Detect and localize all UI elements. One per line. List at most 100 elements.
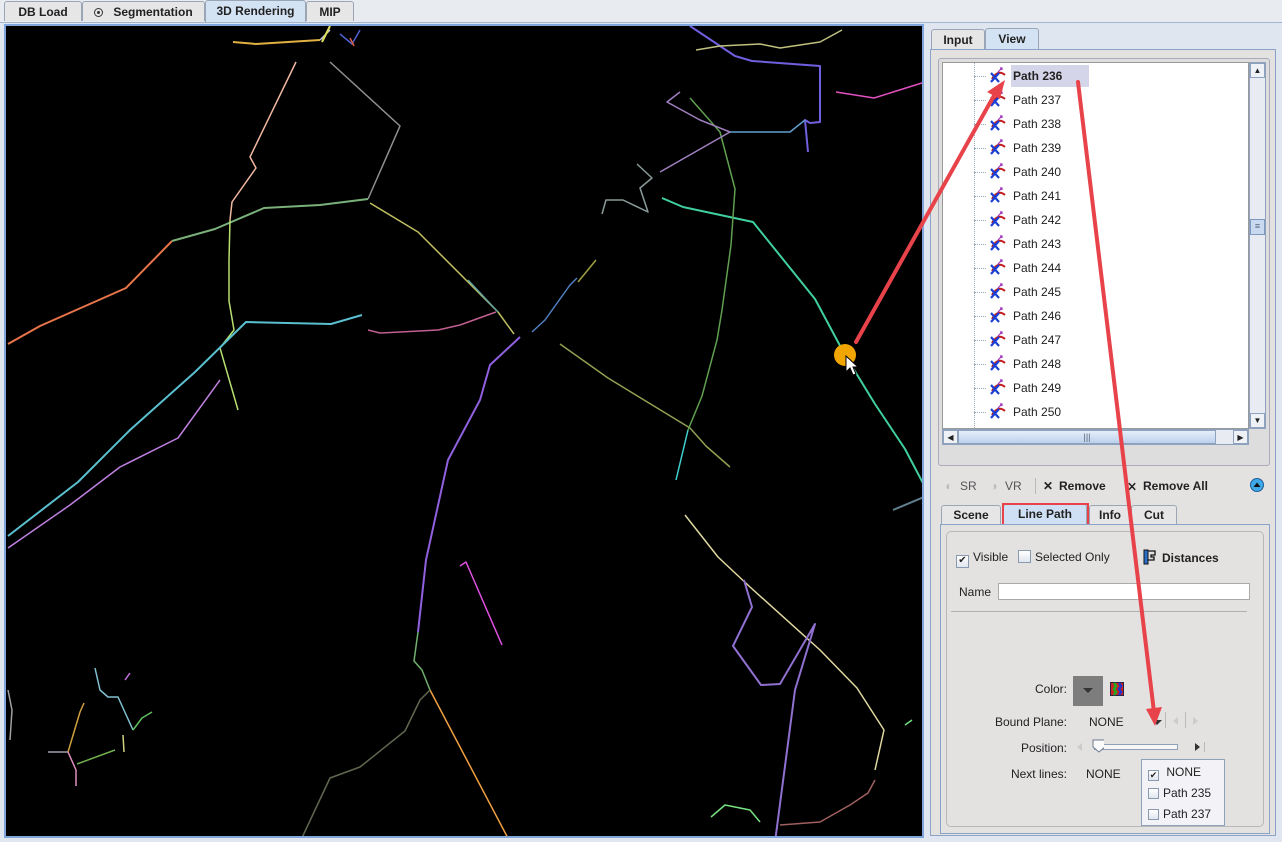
selected-only-checkbox[interactable]: Selected Only bbox=[1018, 550, 1110, 564]
scroll-up-button[interactable]: ▲ bbox=[1250, 63, 1265, 78]
tree-item[interactable]: Path 244 bbox=[974, 257, 1234, 279]
tab-segmentation[interactable]: Segmentation bbox=[82, 1, 205, 21]
vessel-path-segment[interactable] bbox=[779, 779, 876, 826]
color-picker-button[interactable] bbox=[1073, 676, 1103, 706]
tree-item[interactable]: Path 243 bbox=[974, 233, 1234, 255]
vessel-path-segment[interactable] bbox=[67, 702, 85, 753]
vessel-path-segment[interactable] bbox=[904, 719, 913, 726]
tab-3d-rendering[interactable]: 3D Rendering bbox=[205, 0, 306, 22]
scroll-right-button[interactable]: ▶ bbox=[1233, 430, 1248, 444]
vessel-path-segment[interactable] bbox=[76, 749, 116, 765]
vr-button[interactable]: ◑ VR bbox=[987, 477, 1021, 495]
position-slider-thumb[interactable] bbox=[1092, 739, 1104, 753]
vessel-path-segment[interactable] bbox=[531, 277, 578, 333]
tab-db-load[interactable]: DB Load bbox=[4, 1, 82, 21]
collapse-button[interactable] bbox=[1249, 477, 1265, 495]
tree-vertical-scrollbar[interactable]: ▲ ≡ ▼ bbox=[1249, 62, 1266, 429]
vessel-path-segment[interactable] bbox=[892, 496, 922, 511]
vessel-path-segment[interactable] bbox=[321, 26, 331, 43]
position-decrement-icon[interactable] bbox=[1077, 743, 1082, 751]
scene-tree[interactable]: Path 236 Path 237 Path 238 Path 239 Path 240… bbox=[942, 62, 1249, 429]
vessel-path-segment[interactable] bbox=[675, 429, 689, 481]
vessel-path-segment[interactable] bbox=[300, 689, 431, 836]
vessel-path-segment[interactable] bbox=[661, 197, 922, 485]
bound-plane-dropdown-icon[interactable] bbox=[1152, 720, 1162, 725]
sr-button[interactable]: ◐ SR bbox=[942, 477, 976, 495]
vessel-path-segment[interactable] bbox=[835, 82, 922, 99]
vessel-path-segment[interactable] bbox=[232, 39, 321, 45]
vessel-path-segment[interactable] bbox=[7, 689, 13, 741]
scroll-down-button[interactable]: ▼ bbox=[1250, 413, 1265, 428]
vessel-path-segment[interactable] bbox=[730, 119, 806, 133]
vessel-path-segment[interactable] bbox=[684, 514, 885, 771]
vessel-path-segment[interactable] bbox=[732, 579, 816, 836]
vessel-path-segment[interactable] bbox=[459, 561, 503, 646]
vessel-path-segment[interactable] bbox=[171, 198, 369, 242]
vessel-path-segment[interactable] bbox=[467, 279, 499, 313]
vessel-path-segment[interactable] bbox=[710, 804, 761, 823]
popup-item-path-235[interactable]: Path 235 bbox=[1148, 783, 1211, 803]
vessel-path-segment[interactable] bbox=[124, 672, 131, 681]
tree-item[interactable]: Path 238 bbox=[974, 113, 1234, 135]
prev-plane-icon[interactable] bbox=[1173, 717, 1178, 725]
vessel-path-segment[interactable] bbox=[132, 711, 153, 731]
popup-item-path-237[interactable]: Path 237 bbox=[1148, 804, 1211, 824]
vessel-path-segment[interactable] bbox=[367, 311, 497, 334]
vessel-path-segment[interactable] bbox=[413, 631, 431, 691]
remove-button[interactable]: ✕ Remove bbox=[1041, 477, 1106, 495]
visible-checkbox[interactable]: ✔ Visible bbox=[956, 550, 1008, 568]
3d-render-viewport[interactable] bbox=[4, 24, 924, 838]
tab-view[interactable]: View bbox=[985, 28, 1039, 50]
tab-mip[interactable]: MIP bbox=[306, 1, 354, 21]
next-lines-value[interactable]: NONE bbox=[1086, 767, 1121, 781]
vessel-path-segment[interactable] bbox=[67, 751, 77, 786]
tab-scene[interactable]: Scene bbox=[941, 505, 1001, 524]
vessel-path-segment[interactable] bbox=[687, 97, 736, 431]
vessel-path-segment[interactable] bbox=[7, 240, 173, 345]
tab-cut[interactable]: Cut bbox=[1131, 505, 1177, 524]
vessel-path-segment[interactable] bbox=[666, 91, 731, 133]
scroll-thumb[interactable]: ≡ bbox=[1250, 219, 1265, 235]
vessel-path-segment[interactable] bbox=[659, 131, 731, 173]
vessel-path-segment[interactable] bbox=[339, 29, 361, 45]
tab-info[interactable]: Info bbox=[1089, 505, 1131, 524]
vessel-path-segment[interactable] bbox=[7, 314, 363, 537]
tree-item[interactable]: Path 247 bbox=[974, 329, 1234, 351]
vessel-path-segment[interactable] bbox=[695, 29, 843, 51]
tree-item[interactable]: Path 241 bbox=[974, 185, 1234, 207]
scroll-thumb[interactable]: ||| bbox=[958, 430, 1216, 444]
remove-all-button[interactable]: ⨯ Remove All bbox=[1125, 477, 1208, 495]
position-increment-icon[interactable] bbox=[1195, 743, 1200, 751]
name-input[interactable] bbox=[998, 583, 1250, 600]
vessel-path-segment[interactable] bbox=[329, 61, 401, 200]
bound-plane-value[interactable]: NONE bbox=[1089, 715, 1124, 729]
tab-input[interactable]: Input bbox=[931, 29, 985, 49]
tree-item[interactable]: Path 246 bbox=[974, 305, 1234, 327]
scroll-left-button[interactable]: ◀ bbox=[943, 430, 958, 444]
popup-item-none[interactable]: ✔ NONE bbox=[1148, 762, 1201, 782]
tree-item[interactable]: Path 236 bbox=[974, 65, 1234, 87]
vessel-path-segment[interactable] bbox=[369, 202, 515, 335]
vessel-path-segment[interactable] bbox=[559, 343, 731, 468]
tree-item[interactable]: Path 242 bbox=[974, 209, 1234, 231]
color-palette-icon[interactable] bbox=[1110, 682, 1124, 696]
vessel-rendering[interactable] bbox=[6, 26, 922, 836]
vessel-path-segment[interactable] bbox=[429, 689, 510, 836]
distances-button[interactable]: Distances bbox=[1143, 549, 1219, 565]
vessel-path-segment[interactable] bbox=[7, 379, 221, 549]
tree-item[interactable]: Path 250 bbox=[974, 401, 1234, 423]
position-slider-track[interactable] bbox=[1094, 744, 1178, 750]
vessel-path-segment[interactable] bbox=[417, 336, 521, 633]
tree-item[interactable]: Path 249 bbox=[974, 377, 1234, 399]
tree-item[interactable]: Path 240 bbox=[974, 161, 1234, 183]
vessel-path-segment[interactable] bbox=[122, 734, 125, 753]
tree-item[interactable]: Path 248 bbox=[974, 353, 1234, 375]
vessel-path-segment[interactable] bbox=[601, 163, 653, 215]
tree-horizontal-scrollbar[interactable]: ◀ ||| ▶ bbox=[942, 429, 1249, 445]
vessel-path-segment[interactable] bbox=[229, 61, 297, 221]
tree-item[interactable]: Path 237 bbox=[974, 89, 1234, 111]
vessel-path-segment[interactable] bbox=[577, 259, 597, 283]
tree-item[interactable]: Path 245 bbox=[974, 281, 1234, 303]
vessel-path-segment[interactable] bbox=[219, 219, 239, 411]
next-plane-icon[interactable] bbox=[1193, 717, 1198, 725]
